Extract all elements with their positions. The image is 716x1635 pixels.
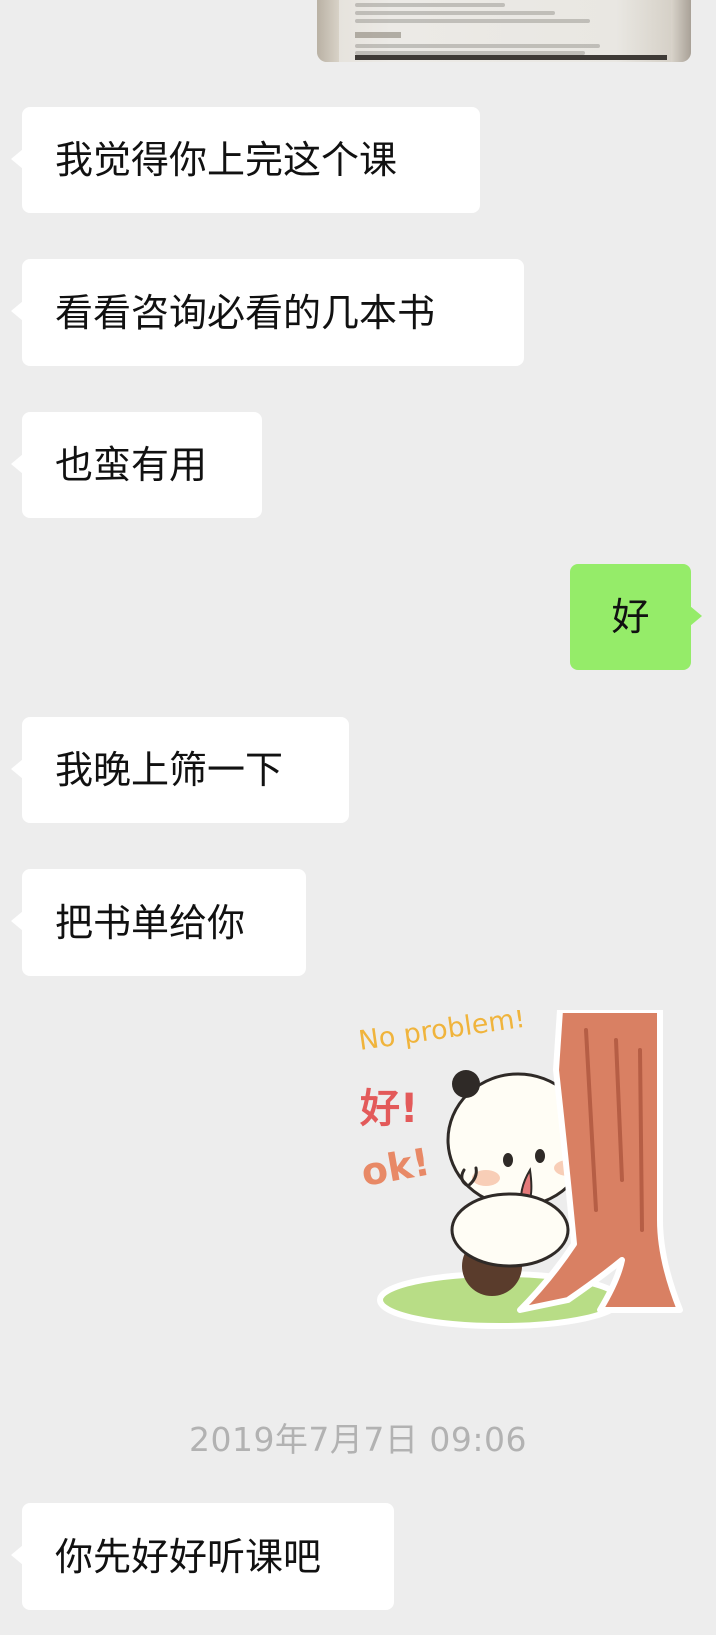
message-bubble-incoming[interactable]: 我觉得你上完这个课 xyxy=(11,107,480,213)
message-text: 我晚上筛一下 xyxy=(55,748,284,792)
panda-tree-sticker-icon[interactable]: No problem! 好! ok! xyxy=(360,1010,690,1340)
message-bubble-incoming[interactable]: 也蛮有用 xyxy=(11,412,262,518)
message-text: 也蛮有用 xyxy=(55,443,208,487)
message-bubble-outgoing[interactable]: 好 xyxy=(570,564,702,670)
message-text: 我觉得你上完这个课 xyxy=(55,138,398,182)
sticker-text-hao: 好! xyxy=(360,1086,418,1132)
message-text: 看看咨询必看的几本书 xyxy=(55,290,436,335)
sticker-text-no-problem: No problem! xyxy=(360,1010,527,1057)
image-edge-right xyxy=(671,0,691,62)
message-bubble-incoming[interactable]: 看看咨询必看的几本书 xyxy=(11,259,524,366)
sticker-panda-eye xyxy=(503,1153,513,1167)
image-doc-line xyxy=(355,3,505,7)
image-doc-line xyxy=(355,19,590,23)
message-text: 把书单给你 xyxy=(55,900,246,945)
sticker-text-ok: ok! xyxy=(360,1140,433,1195)
image-message-thumbnail[interactable] xyxy=(317,0,691,62)
chat-message-area[interactable]: 我觉得你上完这个课 看看咨询必看的几本书 也蛮有用 好 我晚上筛一下 把书单给你 xyxy=(0,0,716,1635)
message-text: 你先好好听课吧 xyxy=(55,1534,322,1579)
image-doc-footer xyxy=(355,55,667,60)
image-doc-line xyxy=(355,44,600,48)
message-text: 好 xyxy=(611,595,650,639)
sticker-panda-eye xyxy=(535,1149,545,1163)
message-bubble-incoming[interactable]: 我晚上筛一下 xyxy=(11,717,349,823)
image-edge-left xyxy=(317,0,339,62)
sticker-panda-body xyxy=(450,1192,570,1268)
chat-timestamp: 2019年7月7日 09:06 xyxy=(188,1420,528,1459)
sticker-panda-ear xyxy=(452,1070,480,1098)
image-doc-heading xyxy=(355,32,401,38)
message-bubble-incoming[interactable]: 把书单给你 xyxy=(11,869,306,976)
message-bubble-incoming[interactable]: 你先好好听课吧 xyxy=(11,1503,394,1610)
image-doc-line xyxy=(355,11,555,15)
